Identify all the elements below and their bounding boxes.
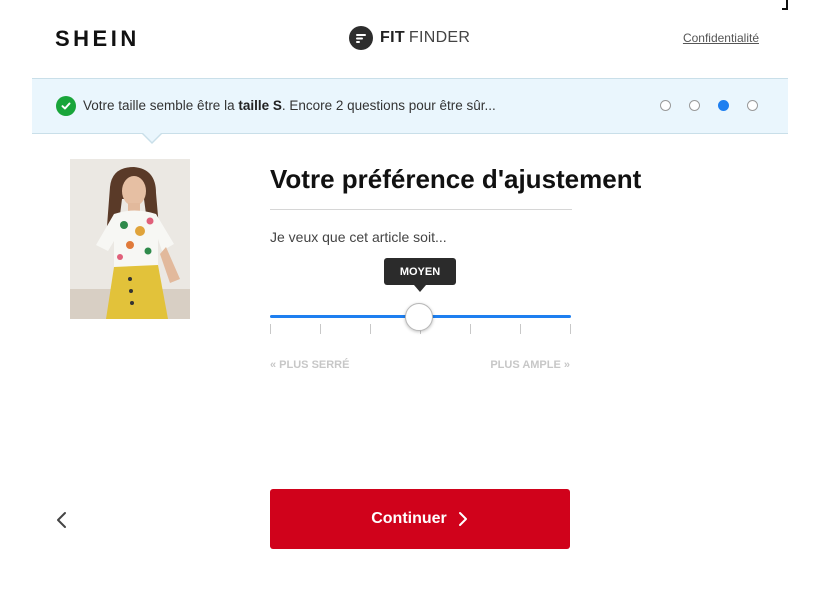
continue-label: Continuer [371, 510, 447, 527]
banner-message: Votre taille semble être la taille S. En… [83, 98, 496, 113]
chevron-left-icon [57, 512, 66, 528]
header: SHEIN FIT FINDER Confidentialité [0, 0, 820, 78]
continue-button[interactable]: Continuer [270, 489, 570, 549]
banner-pointer-fill [143, 133, 161, 142]
brand-logo: SHEIN [55, 26, 140, 51]
slider-value-tooltip: MOYEN [384, 258, 456, 285]
banner-text-suffix: . Encore 2 questions pour être sûr... [281, 98, 496, 113]
slider-tick [320, 324, 321, 334]
recommended-size: taille S [238, 98, 282, 113]
fit-slider-handle[interactable] [405, 303, 433, 331]
privacy-link[interactable]: Confidentialité [683, 31, 759, 45]
fit-finder-light: FINDER [408, 29, 471, 46]
back-button[interactable] [52, 508, 72, 532]
progress-dot-4 [747, 100, 758, 111]
title-divider [270, 209, 572, 210]
tooltip-arrow [414, 285, 426, 292]
banner-text-prefix: Votre taille semble être la [83, 98, 239, 113]
slider-max-label: PLUS AMPLE » [490, 359, 570, 371]
fit-finder-bold: FIT [380, 29, 405, 46]
progress-dots [642, 100, 758, 111]
size-recommendation-banner: Votre taille semble être la taille S. En… [32, 78, 788, 134]
slider-tick [520, 324, 521, 334]
check-circle-icon [56, 96, 76, 116]
slider-tick [370, 324, 371, 334]
progress-dot-3 [718, 100, 729, 111]
question-title: Votre préférence d'ajustement [270, 164, 642, 194]
question-subtitle: Je veux que cet article soit... [270, 229, 447, 245]
slider-tick [570, 324, 571, 334]
slider-tick [270, 324, 271, 334]
fit-finder-icon [349, 26, 373, 50]
slider-tick [470, 324, 471, 334]
progress-dot-1 [660, 100, 671, 111]
product-image [70, 159, 190, 319]
corner-mark [782, 0, 788, 10]
fit-finder-title: FIT FINDER [349, 26, 470, 50]
progress-dot-2 [689, 100, 700, 111]
chevron-right-icon [458, 512, 467, 526]
slider-min-label: « PLUS SERRÉ [270, 359, 350, 371]
